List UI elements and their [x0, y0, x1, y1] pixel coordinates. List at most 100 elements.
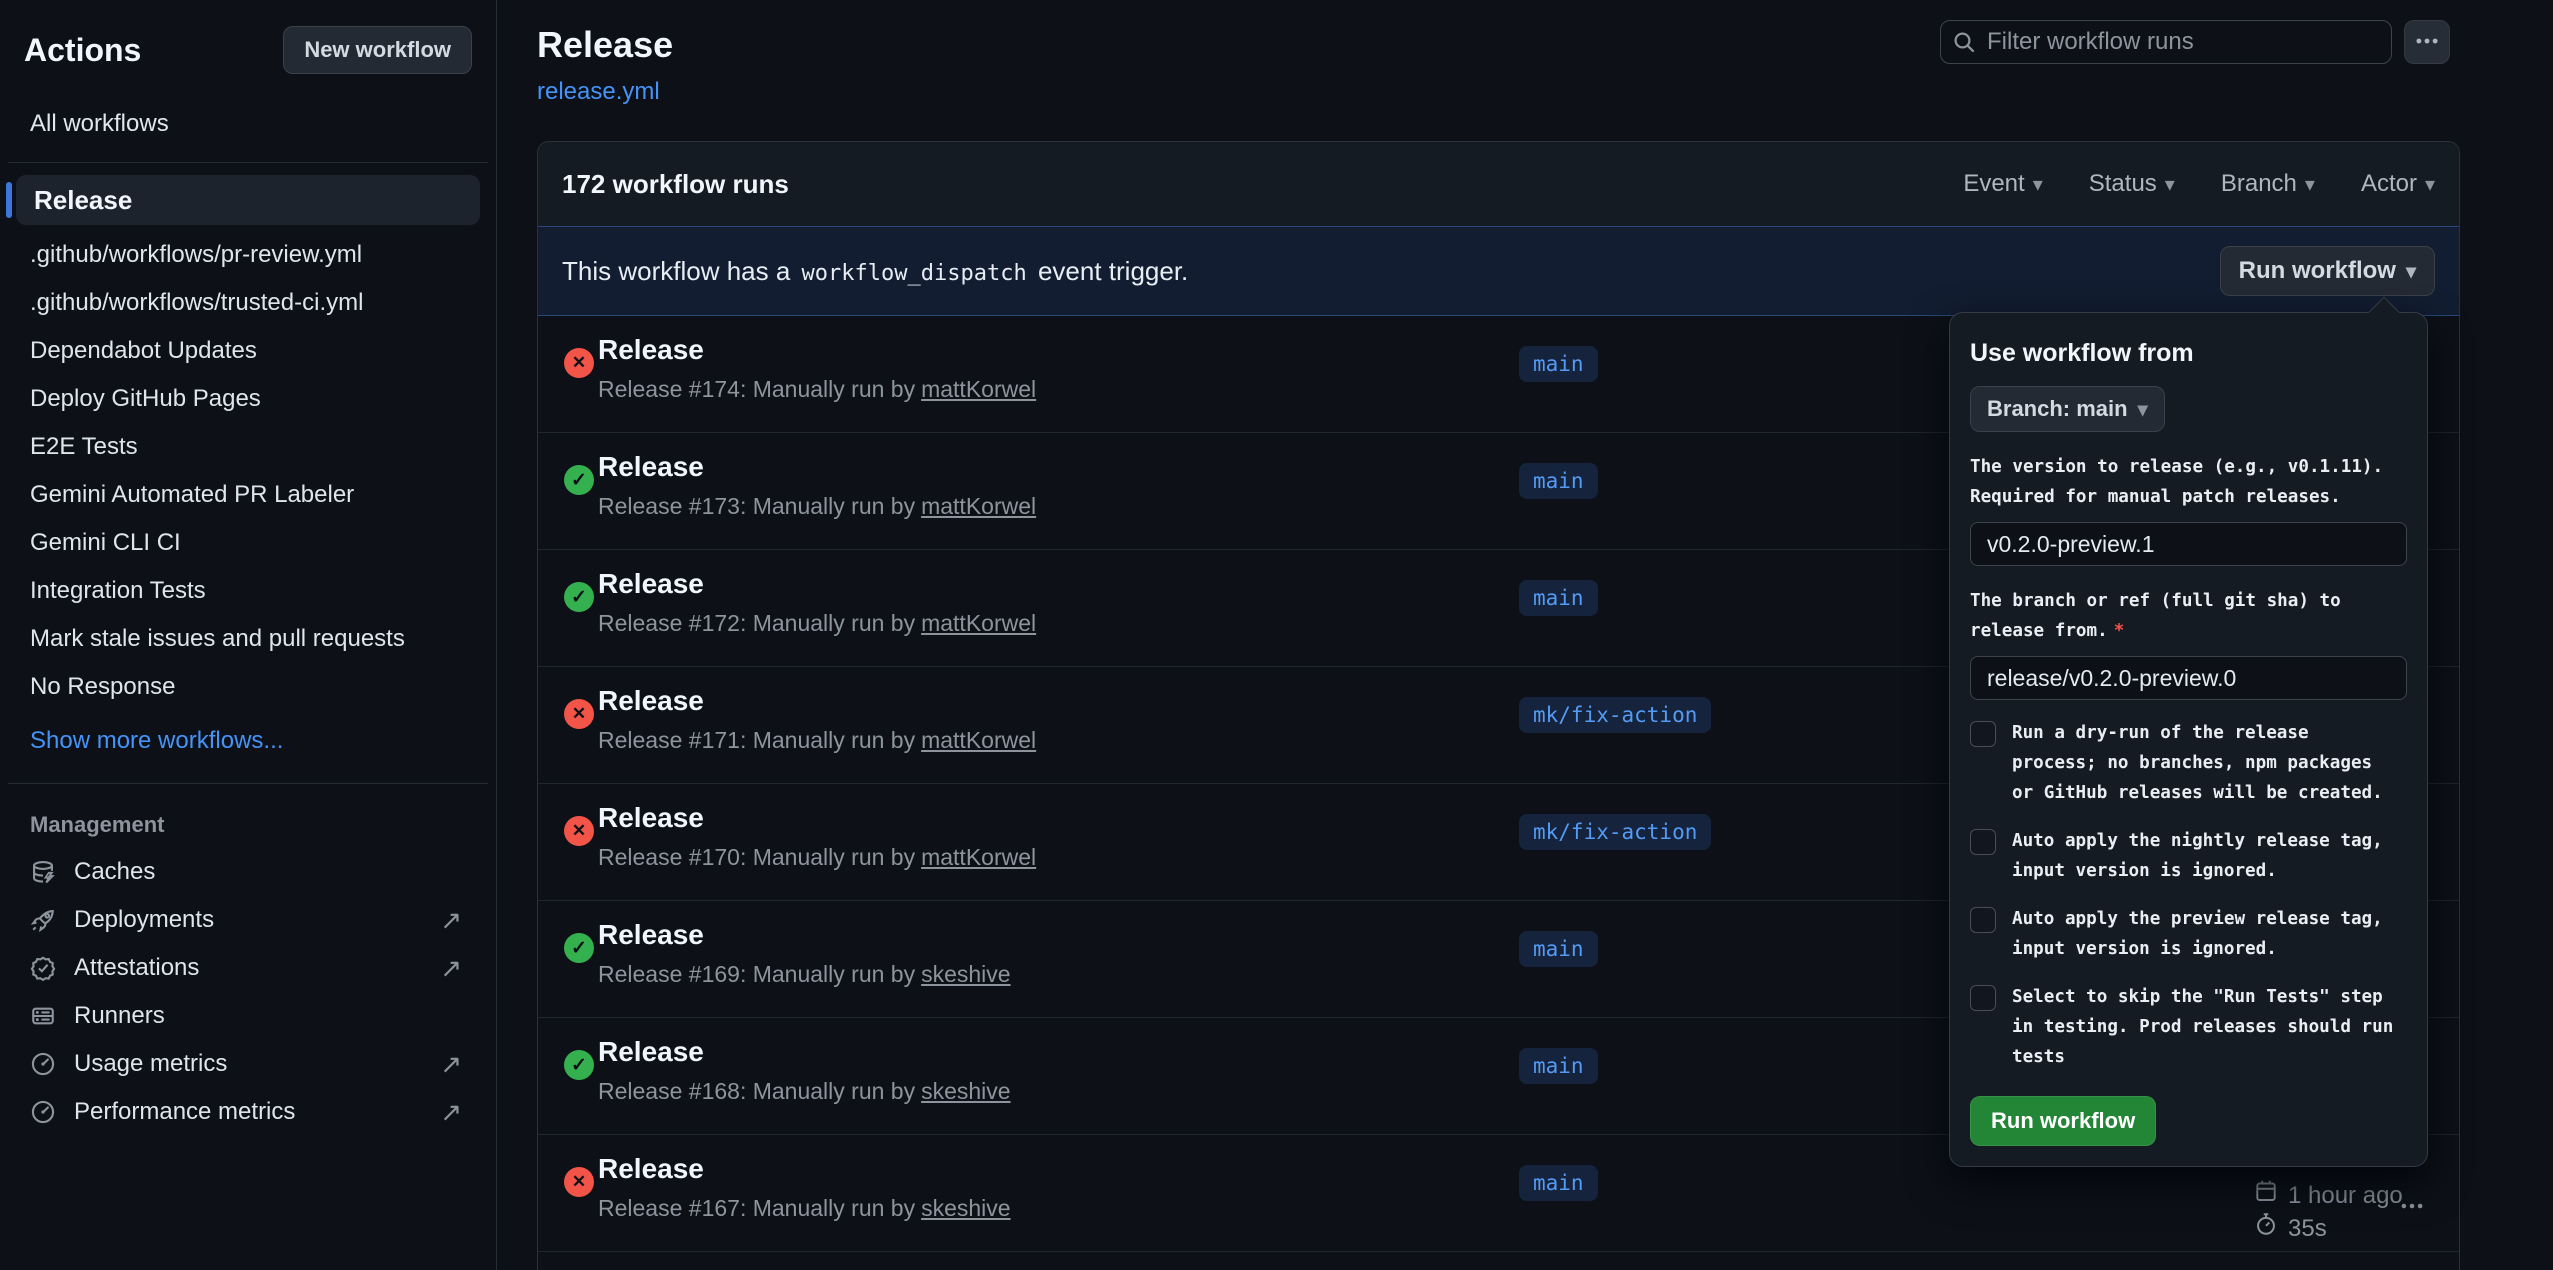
new-workflow-button[interactable]: New workflow — [283, 26, 472, 74]
run-actor-link[interactable]: mattKorwel — [921, 493, 1036, 519]
management-list: Caches Deployments Attestations Runner — [24, 848, 472, 1136]
verified-icon — [30, 955, 56, 981]
checkbox[interactable] — [1970, 829, 1996, 855]
run-description: Release #169: Manually run byskeshive — [598, 961, 1011, 988]
run-workflow-submit-button[interactable]: Run workflow — [1970, 1096, 2156, 1146]
run-workflow-dropdown-button[interactable]: Run workflow — [2220, 246, 2435, 296]
branch-badge[interactable]: main — [1519, 1048, 1598, 1084]
sidebar-workflow-item[interactable]: Integration Tests — [24, 567, 472, 615]
sidebar-workflow-item[interactable]: Gemini Automated PR Labeler — [24, 471, 472, 519]
checkbox[interactable] — [1970, 721, 1996, 747]
branch-badge[interactable]: mk/fix-action — [1519, 697, 1711, 733]
runs-filter-dropdown[interactable]: Branch — [2221, 170, 2315, 198]
run-description: Release #174: Manually run bymattKorwel — [598, 376, 1036, 403]
run-actor-link[interactable]: skeshive — [921, 961, 1010, 987]
chevron-down-icon — [2305, 170, 2315, 198]
workflow-options-kebab-button[interactable] — [2404, 20, 2450, 64]
run-actor-link[interactable]: skeshive — [921, 1078, 1010, 1104]
management-item[interactable]: Usage metrics — [24, 1040, 472, 1088]
run-workflow-panel: Use workflow from Branch: main The versi… — [1949, 312, 2428, 1167]
checkbox-label: Auto apply the nightly release tag, inpu… — [2012, 826, 2403, 886]
branch-badge[interactable]: main — [1519, 346, 1598, 382]
management-item[interactable]: Deployments — [24, 896, 472, 944]
run-status-icon — [564, 582, 594, 612]
run-actor-link[interactable]: mattKorwel — [921, 727, 1036, 753]
run-meta: 1 hour ago 35s — [2254, 1179, 2403, 1245]
sidebar-workflow-item[interactable]: Deploy GitHub Pages — [24, 375, 472, 423]
sidebar-item-release-selected[interactable]: Release — [16, 175, 480, 225]
sidebar-divider — [8, 162, 488, 163]
external-link-icon — [440, 1097, 462, 1128]
checkbox-label: Run a dry-run of the release process; no… — [2012, 718, 2403, 808]
run-status-icon — [564, 816, 594, 846]
sidebar-workflow-item[interactable]: Mark stale issues and pull requests — [24, 615, 472, 663]
workflow-file-link[interactable]: release.yml — [537, 78, 660, 106]
run-row-kebab-button[interactable] — [2399, 1193, 2425, 1224]
panel-field: The branch or ref (full git sha) to rele… — [1970, 586, 2407, 700]
management-item[interactable]: Runners — [24, 992, 472, 1040]
cache-icon — [30, 859, 56, 885]
stopwatch-icon — [2254, 1212, 2278, 1245]
run-status-icon — [564, 465, 594, 495]
runs-filter-dropdown[interactable]: Event — [1963, 170, 2042, 198]
run-actor-link[interactable]: mattKorwel — [921, 844, 1036, 870]
run-time: 1 hour ago — [2288, 1179, 2403, 1212]
management-item-label: Runners — [74, 1002, 165, 1030]
show-more-workflows-link[interactable]: Show more workflows... — [24, 717, 472, 765]
run-actor-link[interactable]: mattKorwel — [921, 376, 1036, 402]
management-item-label: Performance metrics — [74, 1098, 295, 1126]
sidebar-workflow-item[interactable]: Dependabot Updates — [24, 327, 472, 375]
branch-badge[interactable]: mk/fix-action — [1519, 814, 1711, 850]
checkbox-row: Run a dry-run of the release process; no… — [1970, 718, 2407, 808]
sidebar-workflow-item[interactable]: .github/workflows/pr-review.yml — [24, 231, 472, 279]
chevron-down-icon — [2138, 396, 2148, 422]
branch-badge[interactable]: main — [1519, 580, 1598, 616]
management-item[interactable]: Performance metrics — [24, 1088, 472, 1136]
branch-select-button[interactable]: Branch: main — [1970, 386, 2165, 432]
calendar-icon — [2254, 1179, 2278, 1212]
run-actor-link[interactable]: mattKorwel — [921, 610, 1036, 636]
rocket-icon — [30, 907, 56, 933]
checkbox[interactable] — [1970, 985, 1996, 1011]
run-actor-link[interactable]: skeshive — [921, 1195, 1010, 1221]
branch-badge[interactable]: main — [1519, 931, 1598, 967]
runs-filter-dropdown[interactable]: Status — [2089, 170, 2175, 198]
kebab-icon — [2414, 28, 2440, 57]
management-item-label: Deployments — [74, 906, 214, 934]
management-item-label: Usage metrics — [74, 1050, 227, 1078]
run-status-icon — [564, 1050, 594, 1080]
panel-title: Use workflow from — [1970, 339, 2407, 368]
branch-badge[interactable]: main — [1519, 1165, 1598, 1201]
management-item[interactable]: Attestations — [24, 944, 472, 992]
meter-icon — [30, 1051, 56, 1077]
field-label: The branch or ref (full git sha) to rele… — [1970, 586, 2407, 646]
run-duration: 35s — [2288, 1212, 2327, 1245]
checkbox-row: Auto apply the nightly release tag, inpu… — [1970, 826, 2407, 886]
chevron-down-icon — [2406, 257, 2416, 285]
branch-badge[interactable]: main — [1519, 463, 1598, 499]
run-description: Release #167: Manually run byskeshive — [598, 1195, 1011, 1222]
run-description: Release #170: Manually run bymattKorwel — [598, 844, 1036, 871]
checkbox[interactable] — [1970, 907, 1996, 933]
sidebar-workflow-item[interactable]: E2E Tests — [24, 423, 472, 471]
field-label: The version to release (e.g., v0.1.11). … — [1970, 452, 2407, 512]
run-description: Release #168: Manually run byskeshive — [598, 1078, 1011, 1105]
filter-workflow-runs-input[interactable] — [1940, 20, 2392, 64]
sidebar-workflow-item[interactable]: Gemini CLI CI — [24, 519, 472, 567]
chevron-down-icon — [2425, 170, 2435, 198]
server-icon — [30, 1003, 56, 1029]
banner-text: This workflow has a workflow_dispatch ev… — [562, 256, 1188, 287]
management-item-label: Caches — [74, 858, 155, 886]
sidebar-workflow-item[interactable]: No Response — [24, 663, 472, 711]
runs-filter-dropdown[interactable]: Actor — [2361, 170, 2435, 198]
search-icon — [1952, 30, 1976, 59]
field-input[interactable] — [1970, 522, 2407, 566]
management-item[interactable]: Caches — [24, 848, 472, 896]
panel-checkboxes: Run a dry-run of the release process; no… — [1970, 718, 2407, 1072]
checkbox-label: Auto apply the preview release tag, inpu… — [2012, 904, 2403, 964]
external-link-icon — [440, 953, 462, 984]
field-input[interactable] — [1970, 656, 2407, 700]
sidebar-workflow-item[interactable]: .github/workflows/trusted-ci.yml — [24, 279, 472, 327]
run-status-icon — [564, 348, 594, 378]
sidebar-item-all-workflows[interactable]: All workflows — [24, 104, 472, 144]
